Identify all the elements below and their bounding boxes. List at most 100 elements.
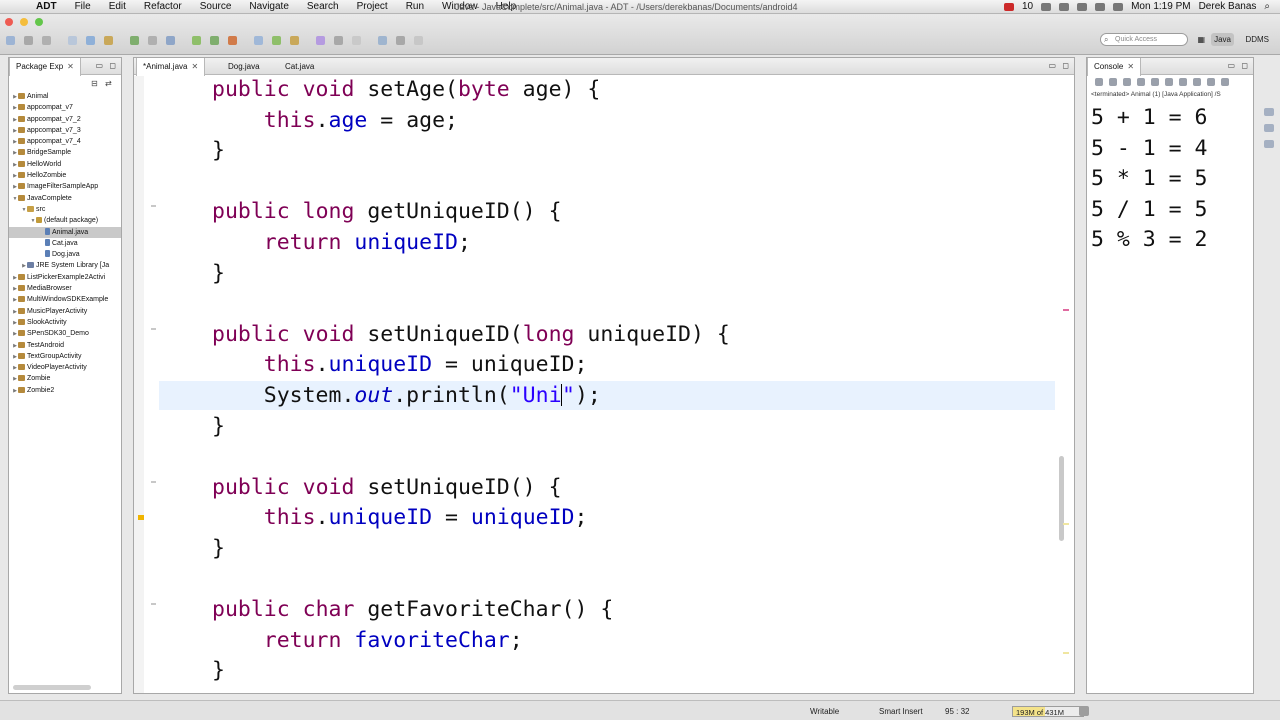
tree-item[interactable]: ▶ Zombie2 [9, 385, 121, 396]
tab-dog-java[interactable]: Dog.java [222, 58, 266, 75]
new-icon[interactable] [6, 36, 15, 45]
overview-marker[interactable] [1063, 523, 1069, 525]
new-android-project-icon[interactable] [148, 36, 157, 45]
minimize-view-icon[interactable]: ▭ [1227, 61, 1235, 70]
tree-item[interactable]: ▶ MusicPlayerActivity [9, 306, 121, 317]
new-java-package-icon[interactable] [254, 36, 263, 45]
code-line[interactable]: } [212, 656, 225, 686]
warning-icon[interactable] [138, 515, 144, 521]
user-name[interactable]: Derek Banas [1199, 0, 1257, 14]
collapse-all-icon[interactable]: ⊟ [91, 79, 98, 88]
remove-launch-icon[interactable] [1109, 78, 1117, 86]
fold-toggle-icon[interactable] [151, 480, 156, 483]
pin-icon[interactable] [414, 36, 423, 45]
volume-icon[interactable] [1095, 3, 1106, 11]
view-menu-icon[interactable] [1221, 78, 1229, 86]
fold-toggle-icon[interactable] [151, 205, 156, 208]
sdk-manager-icon[interactable] [86, 36, 95, 45]
annotation-icon[interactable] [334, 36, 343, 45]
minimized-view-icon[interactable] [1264, 124, 1274, 132]
tab-console[interactable]: Console ✕ [1087, 58, 1142, 76]
tree-item[interactable]: ▶ MultiWindowSDKExample [9, 294, 121, 305]
close-icon[interactable]: ✕ [67, 62, 74, 71]
fold-toggle-icon[interactable] [151, 603, 156, 606]
tab-package-explorer[interactable]: Package Exp ✕ [9, 58, 81, 76]
record-icon[interactable] [1003, 3, 1014, 11]
overview-marker[interactable] [1063, 652, 1069, 654]
maximize-view-icon[interactable]: ◻ [109, 61, 116, 70]
tree-item[interactable]: ▶ appcompat_v7 [9, 102, 121, 113]
menu-project[interactable]: Project [348, 0, 397, 14]
menu-refactor[interactable]: Refactor [135, 0, 191, 14]
link-editor-icon[interactable]: ⇄ [105, 79, 112, 88]
bluetooth-icon[interactable] [1059, 3, 1070, 11]
code-line[interactable]: public char getFavoriteChar() { [212, 595, 613, 625]
tray-app-icon[interactable] [1041, 3, 1052, 11]
vertical-scrollbar[interactable] [1059, 456, 1064, 541]
code-line[interactable]: } [212, 259, 225, 289]
tree-item[interactable]: ▼ JavaComplete [9, 193, 121, 204]
editor-gutter[interactable] [134, 76, 144, 693]
run-icon[interactable] [192, 36, 201, 45]
tree-item[interactable]: Dog.java [9, 249, 121, 260]
minimized-view-icon[interactable] [1264, 108, 1274, 116]
spotlight-search-icon[interactable]: ⌕ [1264, 0, 1270, 14]
code-line[interactable]: this.uniqueID = uniqueID; [212, 350, 588, 380]
code-line[interactable]: public void setAge(byte age) { [212, 76, 600, 105]
run-last-icon[interactable] [210, 36, 219, 45]
avd-manager-icon[interactable] [104, 36, 113, 45]
tab-animal-java[interactable]: *Animal.java ✕ [136, 58, 206, 76]
back-icon[interactable] [378, 36, 387, 45]
code-line[interactable]: return favoriteChar; [212, 626, 523, 656]
menu-file[interactable]: File [66, 0, 100, 14]
close-icon[interactable]: ✕ [191, 62, 198, 71]
tree-item[interactable]: ▶ Animal [9, 91, 121, 102]
menu-source[interactable]: Source [191, 0, 241, 14]
tree-item[interactable]: ▶ appcompat_v7_3 [9, 125, 121, 136]
tree-item[interactable]: ▶ JRE System Library [Ja [9, 260, 121, 271]
tree-item[interactable]: ▶ Zombie [9, 373, 121, 384]
tree-item[interactable]: ▶ appcompat_v7_2 [9, 114, 121, 125]
display-console-icon[interactable] [1207, 78, 1215, 86]
menu-navigate[interactable]: Navigate [240, 0, 297, 14]
debug-icon[interactable] [166, 36, 175, 45]
lint-icon[interactable] [130, 36, 139, 45]
search-icon[interactable] [316, 36, 325, 45]
minimized-view-icon[interactable] [1264, 140, 1274, 148]
perspective-java[interactable]: Java [1211, 33, 1234, 46]
code-line[interactable]: } [212, 534, 225, 564]
garbage-collect-icon[interactable] [1079, 706, 1089, 716]
zoom-window-button[interactable] [35, 18, 43, 26]
remove-all-icon[interactable] [1123, 78, 1131, 86]
tree-item[interactable]: ▶ appcompat_v7_4 [9, 136, 121, 147]
open-type-icon[interactable] [290, 36, 299, 45]
code-line[interactable]: System.out.println("Uni"); [212, 381, 601, 411]
close-window-button[interactable] [5, 18, 13, 26]
open-console-icon[interactable] [1193, 78, 1201, 86]
code-editor[interactable]: public void setAge(byte age) { this.age … [134, 76, 1074, 693]
fold-toggle-icon[interactable] [151, 327, 156, 330]
code-line[interactable]: } [212, 136, 225, 166]
scroll-lock-icon[interactable] [1151, 78, 1159, 86]
save-icon[interactable] [24, 36, 33, 45]
close-icon[interactable]: ✕ [1127, 62, 1134, 71]
code-line[interactable]: public long getUniqueID() { [212, 197, 562, 227]
tab-cat-java[interactable]: Cat.java [279, 58, 320, 75]
tree-item[interactable]: ▶ MediaBrowser [9, 283, 121, 294]
terminate-icon[interactable] [1095, 78, 1103, 86]
minimize-view-icon[interactable]: ▭ [1048, 61, 1056, 70]
minimize-window-button[interactable] [20, 18, 28, 26]
tree-item[interactable]: ▶ SPenSDK30_Demo [9, 328, 121, 339]
code-line[interactable]: } [212, 412, 225, 442]
minimize-view-icon[interactable]: ▭ [95, 61, 103, 70]
tree-item[interactable]: ▶ ListPickerExample2Activi [9, 272, 121, 283]
overview-marker[interactable] [1063, 309, 1069, 311]
code-line[interactable]: public void setUniqueID(long uniqueID) { [212, 320, 730, 350]
word-wrap-icon[interactable] [1165, 78, 1173, 86]
maximize-view-icon[interactable]: ◻ [1062, 61, 1069, 70]
menu-search[interactable]: Search [298, 0, 348, 14]
forward-icon[interactable] [396, 36, 405, 45]
battery-icon[interactable] [1113, 3, 1124, 11]
tree-item[interactable]: ▶ TestAndroid [9, 340, 121, 351]
tree-item[interactable]: Animal.java [9, 226, 121, 238]
